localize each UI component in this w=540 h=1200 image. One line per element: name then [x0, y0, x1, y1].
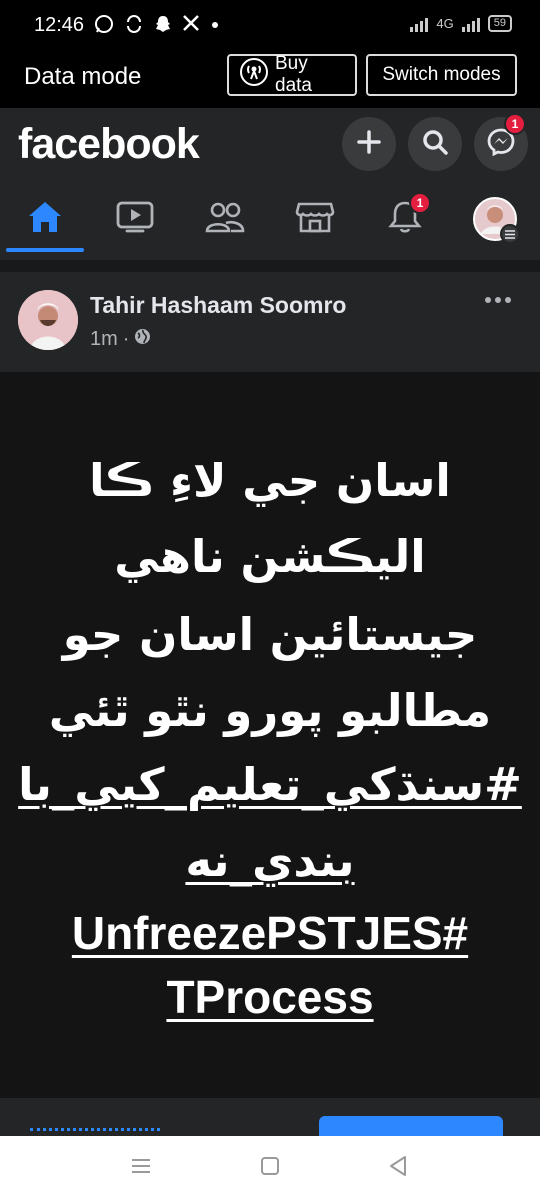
hashtag-text[interactable]: بندي_نه — [185, 834, 354, 887]
messenger-button[interactable]: 1 — [474, 113, 528, 171]
status-time: 12:46 — [34, 14, 85, 36]
square-icon — [260, 1156, 280, 1181]
back-triangle-icon — [388, 1155, 408, 1182]
recents-button[interactable] — [126, 1154, 156, 1182]
home-nav-button[interactable] — [255, 1154, 285, 1182]
status-bar: 12:46 4G 59 — [0, 0, 540, 48]
switch-modes-label: Switch modes — [382, 64, 501, 85]
data-mode-label: Data mode — [24, 63, 142, 90]
meta-separator: · — [122, 328, 130, 350]
hashtag-line: بندي_نه — [0, 834, 540, 887]
search-icon — [421, 128, 449, 161]
notifications-badge: 1 — [409, 192, 431, 214]
system-nav-bar — [0, 1136, 540, 1200]
post-text-line: جيستائين اسان جو — [62, 608, 478, 661]
back-button[interactable] — [383, 1154, 413, 1182]
search-button[interactable] — [408, 117, 462, 171]
post-more-button[interactable] — [484, 290, 512, 304]
author-avatar[interactable] — [18, 290, 78, 350]
hashtag-line: TProcess — [0, 970, 540, 1024]
whatsapp-icon — [94, 14, 114, 40]
notification-icons — [94, 14, 220, 40]
post-author-name[interactable]: Tahir Hashaam Soomro — [90, 292, 346, 319]
dot-icon — [210, 14, 220, 40]
active-tab-indicator — [6, 248, 84, 252]
tab-marketplace[interactable] — [275, 186, 355, 252]
facebook-logo[interactable]: facebook — [18, 120, 200, 169]
header-divider — [0, 260, 540, 272]
facebook-header: facebook 1 1 — [0, 108, 540, 272]
data-mode-bar: Data mode Buy data Switch modes — [0, 48, 540, 108]
create-button[interactable] — [342, 117, 396, 171]
globe-icon — [134, 328, 151, 351]
hashtag-text[interactable]: #سنڌکي_تعليم_کيي_با — [18, 758, 522, 811]
hashtag-line: UnfreezePSTJES# — [0, 906, 540, 960]
network-type: 4G — [436, 16, 454, 31]
plus-icon — [356, 129, 382, 160]
main-nav: 1 — [0, 186, 540, 256]
more-dots-icon — [484, 280, 512, 310]
messenger-badge: 1 — [504, 113, 526, 135]
sync-icon — [124, 14, 144, 40]
primary-action-button[interactable] — [319, 1116, 503, 1136]
tab-video[interactable] — [95, 186, 175, 252]
system-status: 4G 59 — [410, 15, 512, 32]
buy-data-label: Buy data — [275, 53, 312, 96]
post-text-line: اليڪشن ناهي — [114, 530, 426, 583]
buy-data-button[interactable]: Buy data — [227, 53, 357, 96]
video-icon — [115, 200, 155, 239]
tab-notifications[interactable]: 1 — [365, 186, 445, 252]
post-footer — [0, 1098, 540, 1136]
post-meta: 1m · — [90, 328, 151, 351]
wifi-signal-icon — [410, 16, 429, 32]
menu-lines-icon — [130, 1157, 152, 1180]
friends-icon — [204, 200, 246, 239]
post-time[interactable]: 1m — [90, 328, 118, 351]
tab-menu[interactable] — [455, 186, 535, 252]
secondary-link[interactable] — [30, 1128, 160, 1136]
post-text-line: مطالبو پورو نٿو ٿئي — [48, 684, 492, 737]
snapchat-icon — [154, 14, 172, 40]
battery-indicator: 59 — [487, 15, 512, 32]
menu-icon — [500, 224, 520, 244]
post-header: Tahir Hashaam Soomro 1m · — [0, 272, 540, 372]
cell-signal-icon — [461, 16, 480, 32]
tab-friends[interactable] — [185, 186, 265, 252]
tab-home[interactable] — [5, 186, 85, 252]
hashtag-text[interactable]: TProcess — [166, 971, 373, 1023]
post-text-line: اسان جي لاءِ ڪا — [89, 454, 451, 507]
home-icon — [26, 200, 64, 239]
broadcast-icon — [239, 57, 269, 93]
marketplace-icon — [295, 200, 335, 239]
hashtag-line: #سنڌکي_تعليم_کيي_با — [0, 758, 540, 811]
profile-avatar — [472, 196, 520, 244]
hashtag-text[interactable]: UnfreezePSTJES# — [72, 907, 468, 959]
switch-modes-button[interactable]: Switch modes — [366, 54, 517, 96]
post-image[interactable]: اسان جي لاءِ ڪا اليڪشن ناهي جيستائين اسا… — [0, 372, 540, 1098]
x-icon — [182, 14, 200, 40]
